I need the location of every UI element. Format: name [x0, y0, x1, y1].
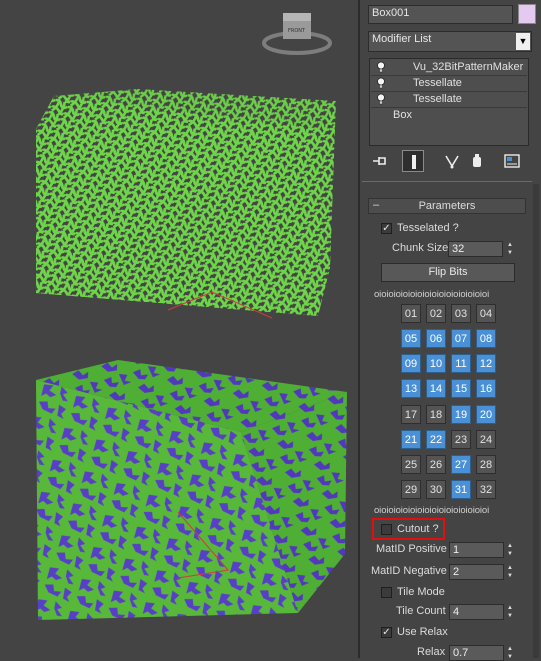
lightbulb-icon[interactable] — [375, 61, 387, 73]
bit-toggle-04[interactable]: 04 — [476, 304, 496, 323]
flip-bits-button[interactable]: Flip Bits — [381, 263, 515, 282]
chunk-size-spinner-arrows[interactable]: ▲ ▼ — [505, 241, 515, 257]
bit-toggle-07[interactable]: 07 — [451, 329, 471, 348]
show-end-result-icon — [412, 155, 416, 169]
stack-item-vu-32bitpatternmaker[interactable]: Vu_32BitPatternMaker — [371, 60, 527, 76]
bit-toggle-22[interactable]: 22 — [426, 430, 446, 449]
configure-icon — [504, 154, 520, 168]
tile-count-spinner[interactable]: 4 — [449, 604, 504, 620]
chunk-size-label: Chunk Size — [392, 242, 449, 254]
stack-item-tessellate[interactable]: Tessellate — [371, 92, 527, 108]
bit-toggle-20[interactable]: 20 — [476, 405, 496, 424]
modifier-stack[interactable]: Vu_32BitPatternMaker Tessellate Tessella… — [369, 58, 529, 146]
matid-negative-spinner-arrows[interactable]: ▲ ▼ — [505, 564, 515, 580]
modifier-list-label: Modifier List — [372, 33, 432, 45]
bit-toggle-24[interactable]: 24 — [476, 430, 496, 449]
bit-toggle-11[interactable]: 11 — [451, 354, 471, 373]
object-name-field[interactable]: Box001 — [368, 5, 513, 24]
make-unique-icon — [445, 155, 459, 169]
relax-label: Relax — [417, 646, 446, 658]
bit-pattern-top: oioioioioioioioioioioioioioioioi — [374, 289, 490, 300]
bit-toggle-30[interactable]: 30 — [426, 480, 446, 499]
viewcube[interactable]: FRONT — [262, 13, 332, 55]
tesselated-label: Tesselated ? — [397, 222, 459, 234]
stack-item-tessellate[interactable]: Tessellate — [371, 76, 527, 92]
bit-toggle-31[interactable]: 31 — [451, 480, 471, 499]
pin-stack-button[interactable] — [369, 150, 391, 172]
panel-scrollbar[interactable] — [533, 184, 539, 658]
bit-toggle-23[interactable]: 23 — [451, 430, 471, 449]
bit-toggle-15[interactable]: 15 — [451, 379, 471, 398]
bit-toggle-10[interactable]: 10 — [426, 354, 446, 373]
object-color-swatch[interactable] — [518, 4, 536, 24]
lightbulb-icon[interactable] — [375, 77, 387, 89]
matid-negative-label: MatID Negative — [371, 565, 447, 577]
wire-cube — [36, 89, 336, 319]
svg-text:FRONT: FRONT — [288, 28, 306, 34]
matid-negative-spinner[interactable]: 2 — [449, 564, 504, 580]
bit-toggle-01[interactable]: 01 — [401, 304, 421, 323]
stack-item-label: Vu_32BitPatternMaker — [413, 61, 524, 73]
bit-toggle-13[interactable]: 13 — [401, 379, 421, 398]
bit-toggle-03[interactable]: 03 — [451, 304, 471, 323]
chevron-down-icon: ▼ — [516, 33, 530, 50]
stack-item-label: Tessellate — [413, 77, 462, 89]
bit-toggle-21[interactable]: 21 — [401, 430, 421, 449]
bit-toggle-29[interactable]: 29 — [401, 480, 421, 499]
lightbulb-icon[interactable] — [375, 93, 387, 105]
bit-toggle-18[interactable]: 18 — [426, 405, 446, 424]
bit-toggle-25[interactable]: 25 — [401, 455, 421, 474]
pin-icon — [373, 157, 386, 165]
cutout-label: Cutout ? — [397, 523, 439, 535]
parameters-rollout-header[interactable]: – Parameters — [368, 198, 526, 214]
bit-toggle-12[interactable]: 12 — [476, 354, 496, 373]
bit-toggle-08[interactable]: 08 — [476, 329, 496, 348]
bit-toggle-09[interactable]: 09 — [401, 354, 421, 373]
bit-toggle-19[interactable]: 19 — [451, 405, 471, 424]
show-end-result-button[interactable] — [402, 150, 424, 172]
bit-toggle-26[interactable]: 26 — [426, 455, 446, 474]
bit-pattern-bottom: oioioioioioioioioioioioioioioioi — [374, 505, 490, 516]
matid-positive-label: MatID Positive — [376, 543, 447, 555]
relax-spinner-arrows[interactable]: ▲ ▼ — [505, 645, 515, 661]
bit-toggle-06[interactable]: 06 — [426, 329, 446, 348]
trash-icon — [473, 154, 481, 167]
tile-count-label: Tile Count — [396, 605, 446, 617]
bit-toggle-32[interactable]: 32 — [476, 480, 496, 499]
stack-item-box[interactable]: Box — [371, 108, 527, 123]
bit-toggle-14[interactable]: 14 — [426, 379, 446, 398]
matid-positive-spinner-arrows[interactable]: ▲ ▼ — [505, 542, 515, 558]
tile-mode-checkbox[interactable] — [381, 587, 392, 598]
solid-cube — [36, 360, 347, 620]
chunk-size-spinner[interactable]: 32 — [448, 241, 503, 257]
cutout-checkbox[interactable] — [381, 524, 392, 535]
bit-toggle-16[interactable]: 16 — [476, 379, 496, 398]
stack-item-label: Box — [393, 109, 412, 121]
make-unique-button[interactable] — [442, 150, 464, 172]
bit-toggle-17[interactable]: 17 — [401, 405, 421, 424]
use-relax-checkbox[interactable]: ✓ — [381, 627, 392, 638]
viewport-scene: FRONT — [36, 13, 347, 620]
bit-toggle-27[interactable]: 27 — [451, 455, 471, 474]
tile-mode-label: Tile Mode — [397, 586, 445, 598]
bit-toggle-05[interactable]: 05 — [401, 329, 421, 348]
use-relax-label: Use Relax — [397, 626, 448, 638]
stack-item-label: Tessellate — [413, 93, 462, 105]
rollout-title: Parameters — [418, 200, 476, 212]
tile-count-spinner-arrows[interactable]: ▲ ▼ — [505, 604, 515, 620]
section-divider — [362, 181, 532, 182]
bit-toggle-02[interactable]: 02 — [426, 304, 446, 323]
modifier-list-dropdown[interactable]: Modifier List ▼ — [368, 31, 532, 52]
relax-spinner[interactable]: 0.7 — [449, 645, 504, 661]
matid-positive-spinner[interactable]: 1 — [449, 542, 504, 558]
configure-modifier-sets-button[interactable] — [501, 150, 523, 172]
bit-toggle-28[interactable]: 28 — [476, 455, 496, 474]
tesselated-checkbox[interactable]: ✓ — [381, 223, 392, 234]
remove-modifier-button[interactable] — [466, 150, 488, 172]
perspective-viewport[interactable]: FRONT — [0, 0, 358, 658]
